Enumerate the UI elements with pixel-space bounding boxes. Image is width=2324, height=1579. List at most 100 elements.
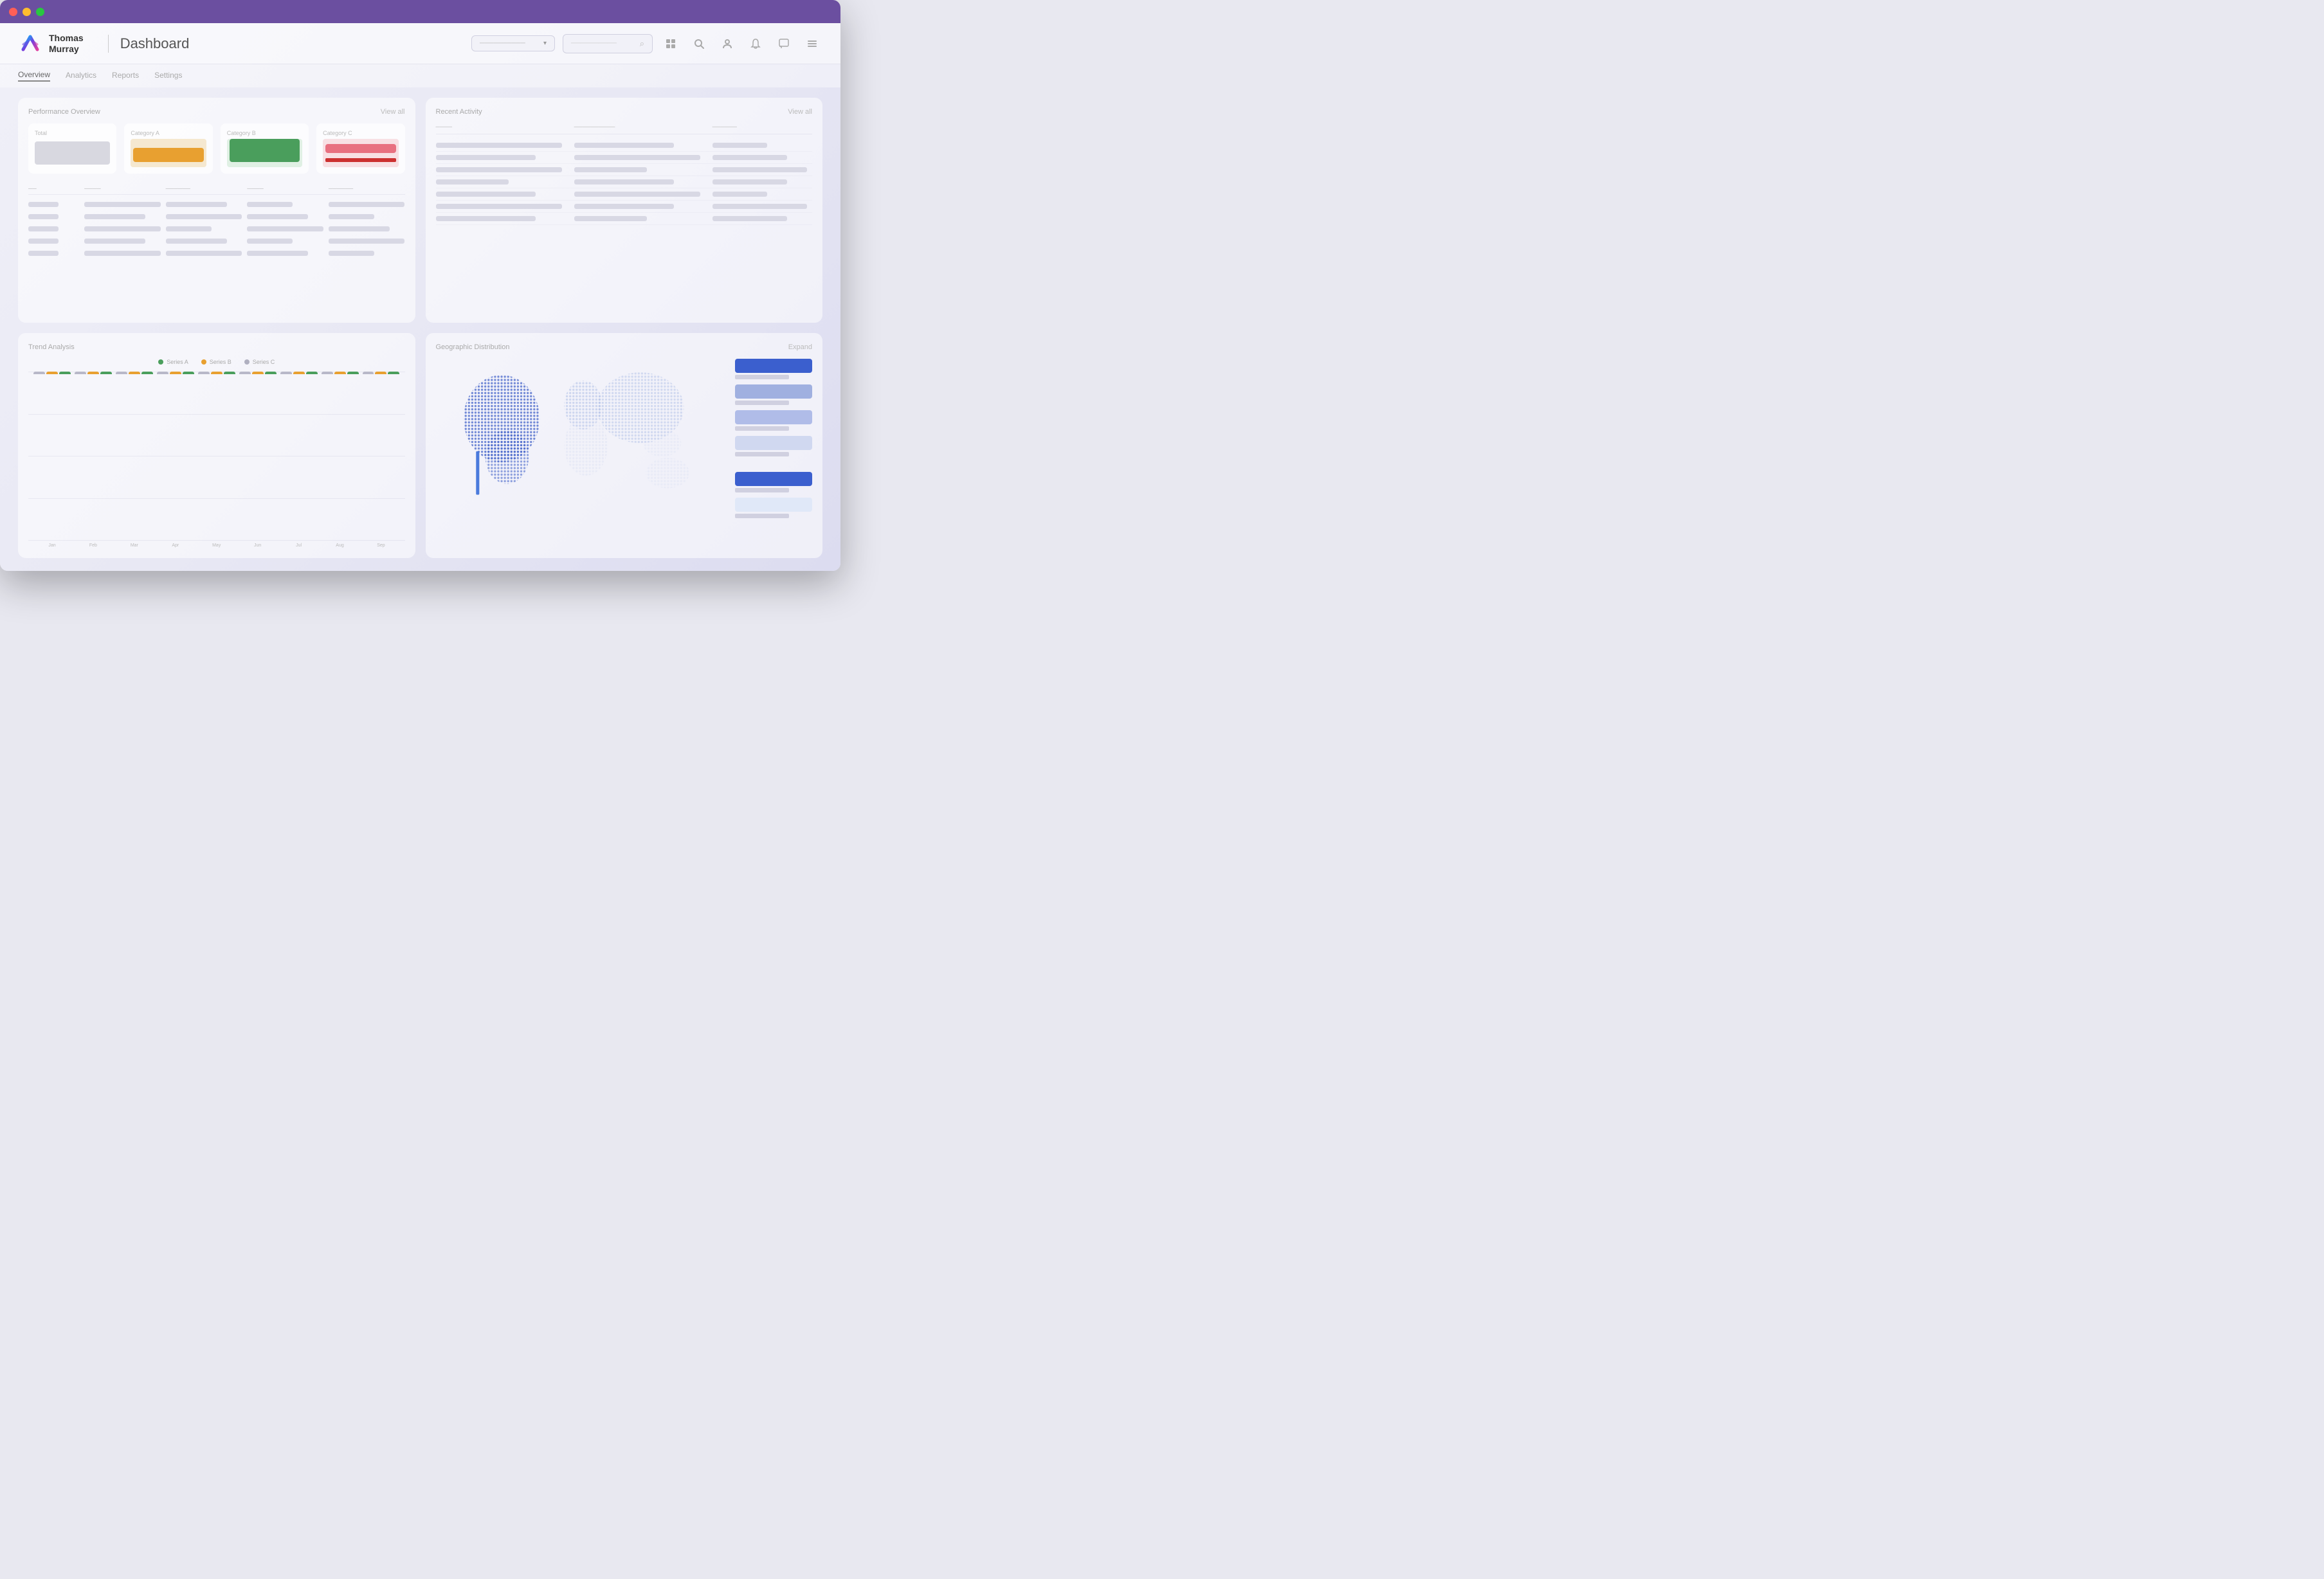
card-bar-total	[35, 141, 110, 165]
td-cell	[28, 202, 59, 207]
bar-orange-4	[170, 372, 181, 374]
bar-green-6	[265, 372, 277, 374]
traffic-lights	[9, 8, 44, 16]
td-cell	[329, 214, 374, 219]
td-cell	[247, 202, 293, 207]
col-item: ────	[436, 123, 569, 130]
x-label-apr: Apr	[157, 543, 194, 548]
bar-orange-5	[211, 372, 222, 374]
list-cell	[436, 192, 536, 197]
x-label-jun: Jun	[239, 543, 277, 548]
panel3-header: Trend Analysis	[28, 343, 405, 351]
dropdown-label: ──────────	[480, 40, 525, 47]
metric-card-total: Total	[28, 123, 116, 174]
bar-group-5	[198, 372, 235, 374]
list-cell	[713, 155, 787, 160]
panel4-action[interactable]: Expand	[788, 343, 812, 351]
list-cell	[436, 179, 509, 185]
panel1-header: Performance Overview View all	[28, 108, 405, 116]
bar-green-4	[183, 372, 194, 374]
legend-bar-lighter	[735, 498, 812, 512]
grid-line	[28, 414, 405, 415]
x-label-sep: Sep	[363, 543, 400, 548]
map-legend	[735, 359, 812, 518]
panel2-action[interactable]: View all	[788, 108, 812, 116]
legend-bar-light	[735, 436, 812, 450]
th-date: ──────	[329, 185, 405, 192]
table-header: ── ──── ────── ──── ──────	[28, 183, 405, 195]
list-cell	[436, 216, 536, 221]
bar-gray-2	[75, 372, 86, 374]
bar-gray-8	[322, 372, 333, 374]
td-cell	[247, 239, 293, 244]
bar-group-9	[363, 372, 400, 374]
user-icon	[722, 39, 732, 49]
search-bar[interactable]: ────────── ⌕	[563, 34, 653, 53]
bar-orange-6	[252, 372, 264, 374]
minimize-button[interactable]	[23, 8, 31, 16]
user-button[interactable]	[717, 33, 738, 54]
td-cell	[28, 239, 59, 244]
list-cell	[713, 204, 808, 209]
table-row	[28, 248, 405, 258]
bar-group-2	[75, 372, 112, 374]
legend-bar-dark	[735, 359, 812, 373]
search-label: ──────────	[571, 40, 617, 47]
td-cell	[84, 226, 161, 231]
table-row	[28, 224, 405, 234]
tab-analytics[interactable]: Analytics	[66, 71, 96, 81]
tab-reports[interactable]: Reports	[112, 71, 139, 81]
card-label-total: Total	[35, 130, 110, 136]
bar-green-5	[224, 372, 235, 374]
legend-series-c: Series C	[244, 359, 275, 365]
x-label-jan: Jan	[33, 543, 71, 548]
filter-dropdown[interactable]: ────────── ▾	[471, 35, 555, 51]
tab-settings[interactable]: Settings	[154, 71, 182, 81]
fullscreen-button[interactable]	[36, 8, 44, 16]
th-value: ────	[247, 185, 323, 192]
tab-overview[interactable]: Overview	[18, 70, 50, 82]
table-row	[28, 236, 405, 246]
list-cell	[574, 179, 674, 185]
menu-button[interactable]	[802, 33, 822, 54]
search-icon: ⌕	[640, 39, 644, 49]
search-icon	[694, 39, 704, 49]
td-cell	[28, 226, 59, 231]
panel1-action[interactable]: View all	[381, 108, 405, 116]
bar-gray-7	[280, 372, 292, 374]
td-cell	[247, 214, 308, 219]
hamburger-icon	[807, 39, 817, 49]
search-button[interactable]	[689, 33, 709, 54]
legend-item-1	[735, 359, 812, 379]
nav-tabs: Overview Analytics Reports Settings	[0, 64, 840, 87]
card-label-c: Category C	[323, 130, 398, 136]
list-item	[436, 201, 813, 213]
chat-button[interactable]	[774, 33, 794, 54]
bar-group-8	[322, 372, 359, 374]
legend-dot-c	[244, 359, 250, 365]
list-cell	[574, 143, 674, 148]
td-cell	[166, 226, 212, 231]
close-button[interactable]	[9, 8, 17, 16]
legend-bar-label	[735, 375, 789, 379]
legend-series-a: Series A	[158, 359, 188, 365]
panel2-title: Recent Activity	[436, 108, 482, 116]
bell-icon	[750, 39, 761, 49]
bar-group-3	[116, 372, 153, 374]
list-item	[436, 176, 813, 188]
td-cell	[247, 226, 323, 231]
bell-button[interactable]	[745, 33, 766, 54]
bar-group-7	[280, 372, 318, 374]
world-map	[436, 359, 725, 500]
panel4-title: Geographic Distribution	[436, 343, 510, 351]
titlebar	[0, 0, 840, 23]
list-header: ──── ────────── ──────	[436, 123, 813, 134]
td-cell	[166, 214, 242, 219]
brand-name: Thomas Murray	[49, 33, 84, 55]
td-cell	[329, 239, 405, 244]
td-cell	[84, 202, 161, 207]
legend-bar-label	[735, 401, 789, 405]
panel1-title: Performance Overview	[28, 108, 100, 116]
grid-view-button[interactable]	[660, 33, 681, 54]
map-panel-content	[436, 359, 813, 518]
